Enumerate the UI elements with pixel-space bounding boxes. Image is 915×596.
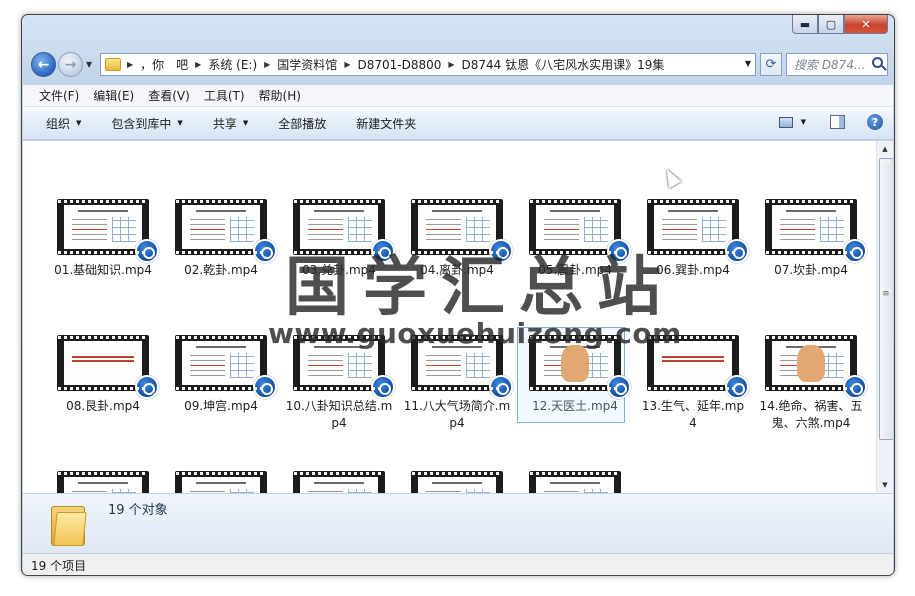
file-item[interactable]: 02.乾卦.mp4: [167, 199, 277, 279]
video-thumbnail: [175, 471, 267, 493]
file-item[interactable]: [285, 471, 393, 493]
file-item[interactable]: [403, 471, 511, 493]
folder-icon: [105, 58, 121, 71]
video-thumbnail: [411, 471, 503, 493]
media-player-icon: [135, 239, 159, 263]
arrow-left-icon: ←: [37, 56, 50, 73]
preview-pane-icon[interactable]: [830, 115, 845, 129]
folder-icon: [51, 502, 87, 546]
scroll-down-icon[interactable]: ▼: [877, 477, 893, 493]
help-icon[interactable]: ?: [867, 114, 883, 130]
file-item[interactable]: 07.坎卦.mp4: [757, 199, 867, 279]
close-button[interactable]: ✕: [844, 15, 888, 34]
video-thumbnail: [175, 335, 277, 399]
chevron-down-icon: ▼: [177, 119, 183, 127]
watermark-url: www.guoxuehuizong.com: [268, 317, 682, 350]
menu-view[interactable]: 查看(V): [148, 87, 190, 104]
new-folder-button[interactable]: 新建文件夹: [356, 115, 416, 132]
scrollbar-thumb[interactable]: [879, 158, 893, 440]
file-item[interactable]: [521, 471, 629, 493]
object-count: 19 个对象: [108, 503, 168, 518]
arrow-right-icon: →: [64, 56, 77, 73]
search-icon[interactable]: [872, 57, 883, 68]
file-item[interactable]: 01.基础知识.mp4: [49, 199, 159, 279]
search-placeholder: 搜索 D874...: [794, 58, 866, 72]
organize-label: 组织: [46, 116, 71, 131]
menu-tools[interactable]: 工具(T): [204, 87, 245, 104]
file-item[interactable]: 08.艮卦.mp4: [49, 335, 159, 415]
breadcrumb-current[interactable]: D8744 钛恩《八宅风水实用课》19集: [462, 56, 665, 73]
media-player-icon: [725, 239, 749, 263]
minimize-button[interactable]: ▬: [792, 15, 818, 34]
media-player-icon: [843, 375, 867, 399]
play-all-label: 全部播放: [278, 116, 327, 131]
video-thumbnail: [57, 335, 159, 399]
view-options-dropdown[interactable]: ▼: [801, 118, 806, 126]
item-count: 19 个项目: [31, 558, 87, 573]
address-row: ← → ▼ ▶ ，你 吧 ▶ 系统 (E:) ▶ 国学资料馆 ▶ D8701-D880…: [28, 52, 890, 78]
change-view-icon[interactable]: [778, 116, 793, 128]
chevron-down-icon: ▼: [242, 119, 249, 127]
media-player-icon: [843, 239, 867, 263]
menu-file[interactable]: 文件(F): [39, 87, 79, 104]
media-player-icon: [607, 375, 631, 399]
address-dropdown-icon[interactable]: ▼: [745, 59, 751, 68]
new-folder-label: 新建文件夹: [356, 116, 417, 131]
share-button[interactable]: 共享 ▼: [213, 115, 248, 132]
scroll-up-icon[interactable]: ▲: [877, 141, 893, 157]
menu-bar: 文件(F) 编辑(E) 查看(V) 工具(T) 帮助(H): [23, 85, 893, 107]
vertical-scrollbar[interactable]: ▲ ▼: [876, 141, 893, 493]
back-button[interactable]: ←: [31, 52, 56, 77]
address-bar[interactable]: ▶ ，你 吧 ▶ 系统 (E:) ▶ 国学资料馆 ▶ D8701-D8800 ▶ D87…: [100, 53, 756, 76]
menu-help[interactable]: 帮助(H): [259, 87, 301, 104]
video-thumbnail: [765, 199, 867, 263]
search-input[interactable]: 搜索 D874...: [786, 53, 888, 76]
video-thumbnail: [175, 199, 277, 263]
breadcrumb-item[interactable]: 国学资料馆 ▶: [277, 56, 357, 73]
file-item[interactable]: [49, 471, 157, 493]
command-bar: 组织 ▼ 包含到库中 ▼ 共享 ▼ 全部播放 新建文件夹 ▼ ?: [23, 107, 893, 140]
breadcrumb-item[interactable]: D8701-D8800 ▶: [357, 58, 461, 72]
video-thumbnail: [57, 199, 159, 263]
breadcrumb-item[interactable]: 系统 (E:) ▶: [208, 56, 277, 73]
status-bar: 19 个项目: [23, 553, 893, 575]
organize-button[interactable]: 组织 ▼: [46, 115, 81, 132]
refresh-icon: ⟳: [765, 57, 777, 72]
share-label: 共享: [212, 116, 237, 131]
video-thumbnail: [765, 335, 867, 399]
maximize-button[interactable]: ▢: [818, 15, 844, 34]
video-thumbnail: [293, 471, 385, 493]
file-item[interactable]: [167, 471, 275, 493]
details-pane: 19 个对象: [23, 493, 893, 553]
media-player-icon: [371, 375, 395, 399]
file-item[interactable]: 14.绝命、祸害、五鬼、六煞.mp4: [757, 335, 867, 432]
menu-edit[interactable]: 编辑(E): [93, 87, 134, 104]
media-player-icon: [725, 375, 749, 399]
media-player-icon: [135, 375, 159, 399]
recent-pages-dropdown[interactable]: ▼: [86, 60, 92, 69]
include-library-label: 包含到库中: [111, 116, 172, 131]
chevron-down-icon: ▼: [76, 119, 82, 127]
breadcrumb-root-arrow[interactable]: ▶: [127, 60, 140, 69]
forward-button[interactable]: →: [58, 52, 83, 77]
file-item[interactable]: 09.坤宫.mp4: [167, 335, 277, 415]
watermark-text: 国学汇总站: [285, 251, 675, 325]
breadcrumb-item[interactable]: ，你 吧 ▶: [140, 56, 208, 73]
refresh-button[interactable]: ⟳: [760, 53, 782, 76]
view-controls: ▼ ?: [778, 114, 883, 130]
video-thumbnail: [57, 471, 149, 493]
media-player-icon: [253, 375, 277, 399]
video-thumbnail: [529, 471, 621, 493]
media-player-icon: [253, 239, 277, 263]
play-all-button[interactable]: 全部播放: [278, 115, 326, 132]
media-player-icon: [489, 375, 513, 399]
include-library-button[interactable]: 包含到库中 ▼: [111, 115, 182, 132]
caption-buttons: ▬ ▢ ✕: [792, 15, 888, 34]
